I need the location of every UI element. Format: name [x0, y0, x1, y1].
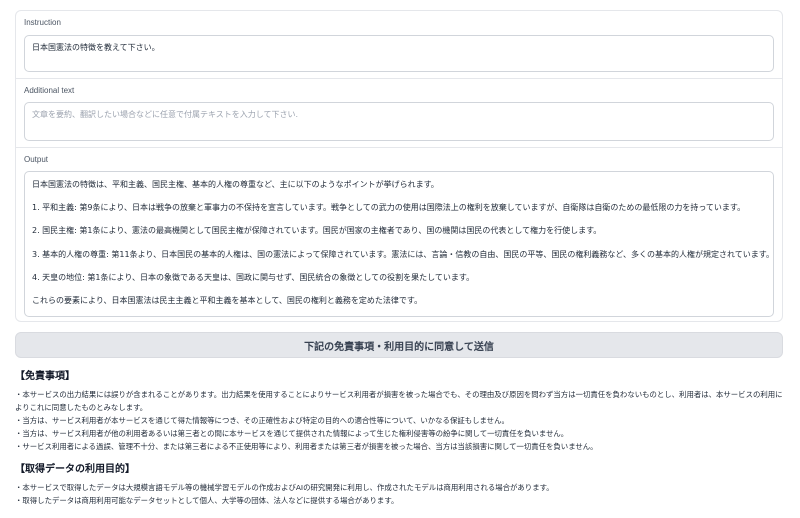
- output-paragraph: 3. 基本的人権の尊重: 第11条より、日本国民の基本的人権は、国の憲法によって…: [32, 249, 774, 259]
- additional-text-label: Additional text: [24, 86, 75, 95]
- output-paragraph: 1. 平和主義: 第9条により、日本は戦争の放棄と軍事力の不保持を宣言しています…: [32, 203, 746, 213]
- additional-text-input[interactable]: 文章を要約、翻訳したい場合などに任意で付属テキストを入力して下さい.: [24, 102, 774, 141]
- purpose-item: ・取得したデータは商用利用可能なデータセットとして個人、大学等の団体、法人などに…: [15, 496, 399, 505]
- output-textarea[interactable]: 日本国憲法の特徴は、平和主義、国民主権、基本的人権の尊重など、主に以下のようなポ…: [24, 171, 774, 317]
- output-paragraph: 4. 天皇の地位: 第1条により、日本の象徴である天皇は、国政に関与せず、国民統…: [32, 272, 475, 282]
- disclaimer-item: ・本サービスの出力結果には誤りが含まれることがあります。出力結果を使用することに…: [15, 390, 783, 399]
- submit-button[interactable]: 下記の免責事項・利用目的に同意して送信: [15, 332, 783, 358]
- instruction-value: 日本国憲法の特徴を教えて下さい。: [32, 43, 160, 52]
- disclaimer-title: 【免責事項】: [15, 371, 75, 382]
- disclaimer-item: ・当方は、サービス利用者が他の利用者あるいは第三者との間に本サービスを通じて提供…: [15, 429, 569, 438]
- instruction-label: Instruction: [24, 18, 61, 27]
- purpose-item: ・本サービスで取得したデータは大規模言語モデル等の機械学習モデルの作成およびAI…: [15, 483, 554, 492]
- input-form: Instruction 日本国憲法の特徴を教えて下さい。 Additional …: [15, 10, 783, 322]
- disclaimer-item: ・当方は、サービス利用者が本サービスを通じて得た情報等につき、その正確性および特…: [15, 416, 509, 425]
- output-paragraph: 日本国憲法の特徴は、平和主義、国民主権、基本的人権の尊重など、主に以下のようなポ…: [32, 180, 439, 189]
- output-field: Output 日本国憲法の特徴は、平和主義、国民主権、基本的人権の尊重など、主に…: [16, 148, 782, 323]
- disclaimer-item: よりこれに同意したものとみなします。: [15, 403, 148, 412]
- output-label: Output: [24, 155, 49, 164]
- additional-text-field: Additional text 文章を要約、翻訳したい場合などに任意で付属テキス…: [16, 79, 782, 148]
- output-paragraph: 2. 国民主権: 第1条により、憲法の最高機関として国民主権が保障されています。…: [32, 226, 602, 236]
- output-paragraph: これらの要素により、日本国憲法は民主主義と平和主義を基本として、国民の権利と義務…: [32, 295, 423, 305]
- disclaimer-item: ・サービス利用者による過誤、管理不十分、または第三者による不正使用等により、利用…: [15, 442, 598, 451]
- instruction-input[interactable]: 日本国憲法の特徴を教えて下さい。: [24, 35, 774, 72]
- purpose-title: 【取得データの利用目的】: [15, 464, 135, 475]
- submit-button-label: 下記の免責事項・利用目的に同意して送信: [304, 341, 494, 353]
- instruction-field: Instruction 日本国憲法の特徴を教えて下さい。: [16, 11, 782, 79]
- additional-text-placeholder: 文章を要約、翻訳したい場合などに任意で付属テキストを入力して下さい.: [32, 110, 299, 119]
- disclaimer-section: 【免責事項】 ・本サービスの出力結果には誤りが含まれることがあります。出力結果を…: [15, 367, 790, 507]
